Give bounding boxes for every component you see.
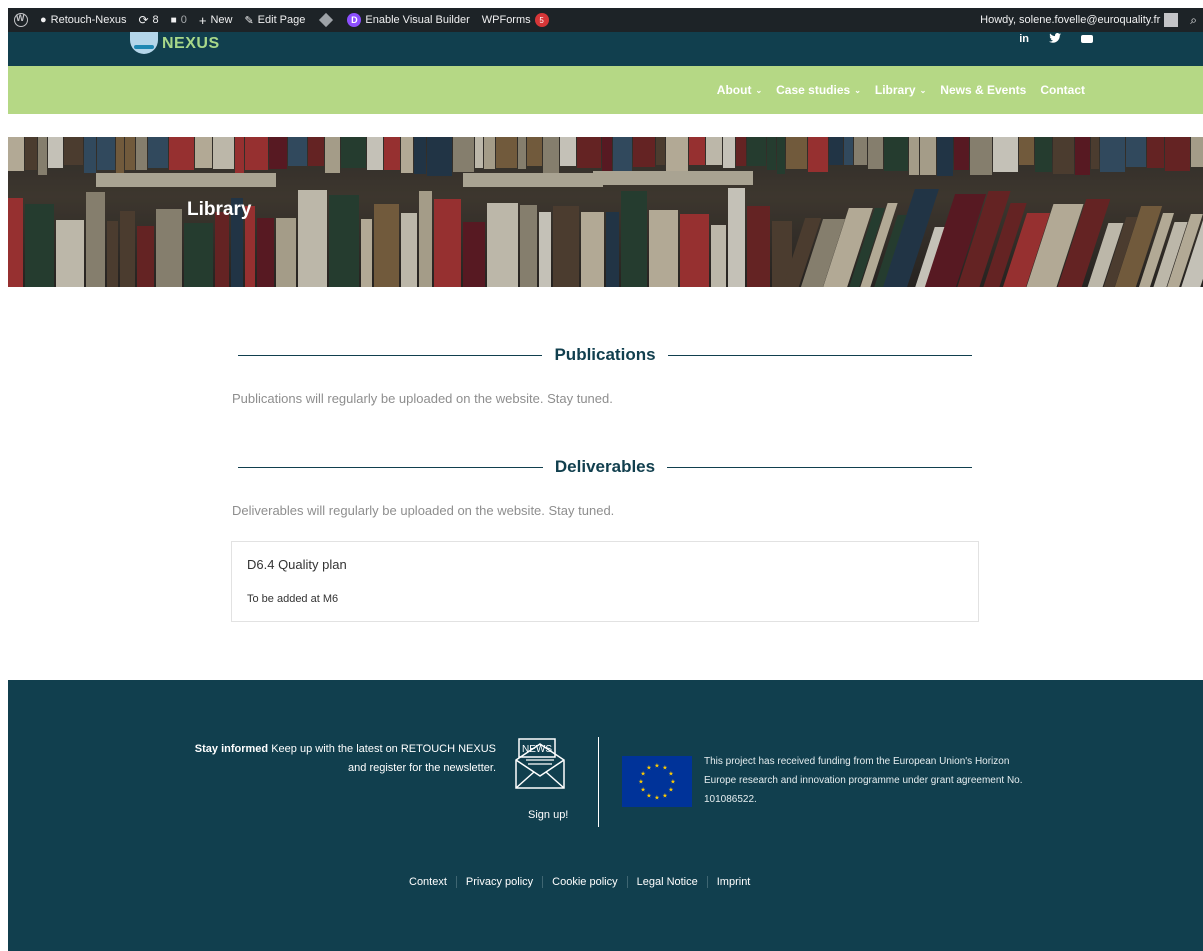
wpforms-menu[interactable]: WPForms 5 xyxy=(476,8,555,32)
footer-link-privacy-policy[interactable]: Privacy policy xyxy=(455,876,542,888)
eu-star: ★ xyxy=(670,779,675,786)
visual-builder-button[interactable]: D Enable Visual Builder xyxy=(341,8,475,32)
eu-star: ★ xyxy=(662,792,667,799)
updates-count: 8 xyxy=(152,14,159,26)
plugin-diamond-button[interactable] xyxy=(311,8,341,32)
pencil-icon: ✎ xyxy=(244,14,254,27)
linkedin-icon[interactable]: in xyxy=(1019,33,1029,45)
eu-star: ★ xyxy=(654,763,659,770)
youtube-icon[interactable] xyxy=(1081,35,1093,43)
nav-item-label: About xyxy=(716,83,752,97)
comments-link[interactable]: ■ 0 xyxy=(165,8,193,32)
divi-icon: D xyxy=(347,13,362,27)
eu-star: ★ xyxy=(638,779,643,786)
publications-text: Publications will regularly be uploaded … xyxy=(232,391,613,406)
footer-link-cookie-policy[interactable]: Cookie policy xyxy=(542,876,626,888)
avatar xyxy=(1164,13,1179,27)
section-title: Deliverables xyxy=(554,457,656,476)
deliverable-card: D6.4 Quality plan To be added at M6 xyxy=(231,541,979,622)
edit-page-label: Edit Page xyxy=(257,14,306,26)
eu-star: ★ xyxy=(654,795,659,802)
main-navigation: About ⌄ Case studies ⌄ Library ⌄ News & … xyxy=(8,66,1203,114)
search-button[interactable]: ⌕ xyxy=(1184,8,1203,32)
visual-builder-label: Enable Visual Builder xyxy=(365,14,470,26)
site-header: NEXUS in xyxy=(8,32,1203,66)
chevron-down-icon: ⌄ xyxy=(854,85,861,95)
logo-text: NEXUS xyxy=(162,35,220,52)
newsletter-heading: Stay informed xyxy=(194,743,269,755)
nav-item-news-events[interactable]: News & Events xyxy=(940,83,1026,97)
user-account-menu[interactable]: Howdy, solene.fovelle@euroquality.fr xyxy=(974,8,1184,32)
nav-item-label: Library xyxy=(874,83,916,97)
nav-item-label: Contact xyxy=(1040,83,1085,97)
site-name-label: Retouch-Nexus xyxy=(50,14,127,26)
chevron-down-icon: ⌄ xyxy=(755,85,763,95)
comments-count: 0 xyxy=(180,14,187,26)
nav-item-contact[interactable]: Contact xyxy=(1040,83,1085,97)
site-logo[interactable]: NEXUS xyxy=(130,32,220,54)
twitter-icon[interactable] xyxy=(1049,32,1061,46)
footer-links: Context Privacy policy Cookie policy Leg… xyxy=(400,876,759,888)
chevron-down-icon: ⌄ xyxy=(919,85,927,95)
nav-item-case-studies[interactable]: Case studies ⌄ xyxy=(776,83,861,97)
nav-item-about[interactable]: About ⌄ xyxy=(717,83,762,97)
newsletter-text: Stay informed Keep up with the latest on… xyxy=(194,740,496,778)
footer-link-legal-notice[interactable]: Legal Notice xyxy=(626,876,707,888)
site-footer: Stay informed Keep up with the latest on… xyxy=(8,680,1203,951)
wpforms-label: WPForms xyxy=(481,14,531,26)
funding-statement: This project has received funding from t… xyxy=(704,756,1023,805)
wordpress-logo-button[interactable] xyxy=(8,8,34,32)
divider xyxy=(667,466,972,468)
new-label: New xyxy=(210,14,233,26)
logo-mark-icon xyxy=(130,32,158,54)
eu-star: ★ xyxy=(640,771,645,778)
wp-admin-bar: ● Retouch-Nexus ⟳ 8 ■ 0 + New ✎ Edit Pag… xyxy=(8,8,1203,32)
wpforms-count-badge: 5 xyxy=(534,13,549,27)
eu-star: ★ xyxy=(668,787,673,794)
footer-divider xyxy=(598,737,599,827)
deliverable-status: To be added at M6 xyxy=(247,593,339,605)
divider xyxy=(238,466,543,468)
eu-star: ★ xyxy=(640,787,645,794)
nav-item-label: Case studies xyxy=(776,83,851,97)
divider xyxy=(238,354,543,356)
footer-link-context[interactable]: Context xyxy=(400,876,456,888)
site-name-link[interactable]: ● Retouch-Nexus xyxy=(34,8,132,32)
footer-link-imprint[interactable]: Imprint xyxy=(706,876,760,888)
eu-star: ★ xyxy=(646,792,651,799)
search-icon: ⌕ xyxy=(1190,12,1197,27)
new-content-button[interactable]: + New xyxy=(193,8,239,32)
hero-banner: Library xyxy=(8,137,1203,287)
divider xyxy=(667,354,973,356)
section-title: Publications xyxy=(554,345,656,364)
updates-link[interactable]: ⟳ 8 xyxy=(132,8,164,32)
nav-item-label: News & Events xyxy=(940,83,1027,97)
publications-heading: Publications xyxy=(238,345,973,365)
wordpress-icon xyxy=(14,13,28,27)
page-title: Library xyxy=(187,199,252,220)
nav-item-library[interactable]: Library ⌄ xyxy=(875,83,926,97)
plus-icon: + xyxy=(198,12,207,28)
deliverables-text: Deliverables will regularly be uploaded … xyxy=(232,503,615,518)
deliverable-title: D6.4 Quality plan xyxy=(247,557,347,572)
deliverables-heading: Deliverables xyxy=(238,457,972,477)
eu-star: ★ xyxy=(662,765,667,772)
newsletter-envelope-icon[interactable]: NEWS xyxy=(514,738,566,790)
refresh-icon: ⟳ xyxy=(138,13,149,27)
howdy-text: Howdy, solene.fovelle@euroquality.fr xyxy=(980,14,1161,26)
dashboard-icon: ● xyxy=(40,14,47,26)
social-links: in xyxy=(1019,32,1093,46)
comment-icon: ■ xyxy=(170,14,177,26)
eu-star: ★ xyxy=(668,771,673,778)
newsletter-description: Keep up with the latest on RETOUCH NEXUS… xyxy=(268,743,496,774)
signup-link[interactable]: Sign up! xyxy=(528,809,568,821)
edit-page-link[interactable]: ✎ Edit Page xyxy=(238,8,311,32)
diamond-icon xyxy=(319,12,334,28)
eu-flag-icon: ★ ★ ★ ★ ★ ★ ★ ★ ★ ★ ★ ★ xyxy=(622,756,692,807)
eu-star: ★ xyxy=(646,765,651,772)
